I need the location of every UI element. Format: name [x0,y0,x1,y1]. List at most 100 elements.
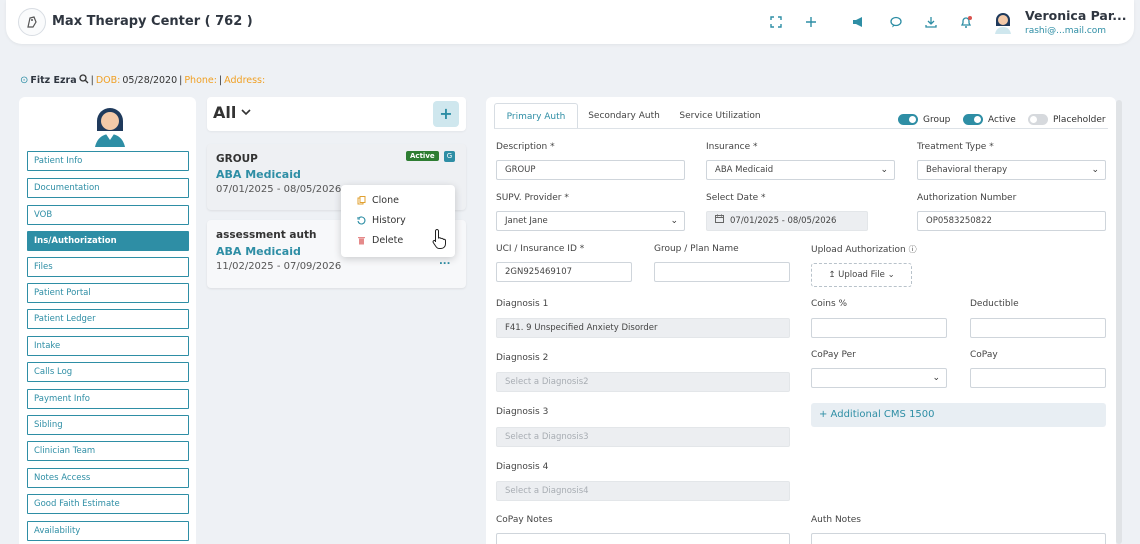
description-input[interactable]: GROUP [496,160,685,180]
sidebar-item-notes-access[interactable]: Notes Access [27,468,189,488]
phone-label: Phone: [184,75,217,86]
bell-icon[interactable] [959,15,973,29]
download-icon[interactable] [924,15,938,29]
sidebar-item-clinician-team[interactable]: Clinician Team [27,441,189,461]
toggle-switch[interactable] [963,114,983,125]
deductible-input[interactable] [970,318,1106,338]
top-bar: Max Therapy Center ( 762 ) Veronica Par.… [6,0,1134,44]
supv-provider-label: SUPV. Provider * [496,193,569,203]
sidebar-item-ins-authorization[interactable]: Ins/Authorization [27,231,189,251]
group-toggle[interactable]: Group [898,114,950,125]
calendar-icon [715,212,724,230]
chevron-down-icon: ⌄ [670,216,678,226]
sidebar-item-patient-portal[interactable]: Patient Portal [27,283,189,303]
diagnosis3-select[interactable]: Select a Diagnosis3 [496,427,790,447]
copay-notes-textarea[interactable] [496,533,790,544]
auth-number-input[interactable]: OP0583250822 [917,211,1106,231]
toggle-label: Group [923,114,951,125]
sidebar-item-availability[interactable]: Availability [27,521,189,541]
add-authorization-button[interactable]: + [433,101,459,127]
hand-cursor-icon [432,228,448,250]
add-icon[interactable] [804,15,818,29]
uci-input[interactable]: 2GN925469107 [496,262,632,282]
patient-name[interactable]: Fitz Ezra [30,75,76,86]
insurance-select[interactable]: ABA Medicaid ⌄ [706,160,895,180]
card-dates: 07/01/2025 - 08/05/2026 [216,184,342,195]
search-icon[interactable] [78,74,89,87]
fullscreen-icon[interactable] [769,15,783,29]
auth-list-header: All + [207,97,466,131]
group-plan-input[interactable] [654,262,790,282]
menu-item-clone[interactable]: Clone [357,195,399,206]
toggle-switch[interactable] [1028,114,1048,125]
upload-button-label: Upload File [838,270,885,280]
sidebar-item-calls-log[interactable]: Calls Log [27,362,189,382]
more-options-icon[interactable]: ... [439,256,450,267]
sidebar-item-good-faith-estimate[interactable]: Good Faith Estimate [27,494,189,514]
sidebar-item-vob[interactable]: VOB [27,205,189,225]
menu-item-delete[interactable]: Delete [357,235,403,246]
chat-icon[interactable] [889,15,903,29]
sidebar-item-patient-ledger[interactable]: Patient Ledger [27,309,189,329]
copay-input[interactable] [970,368,1106,388]
menu-label: Delete [372,235,404,246]
status-badge: Active [406,151,439,161]
card-insurance: ABA Medicaid [216,245,301,258]
sidebar-item-documentation[interactable]: Documentation [27,178,189,198]
additional-cms-button[interactable]: + Additional CMS 1500 [811,403,1106,427]
megaphone-icon[interactable] [851,15,865,29]
back-icon[interactable]: ⊙ [20,75,28,86]
address-label: Address: [224,75,266,86]
toggle-switch[interactable] [898,114,918,125]
diagnosis4-select[interactable]: Select a Diagnosis4 [496,481,790,501]
dob-value: 05/28/2020 [122,75,178,86]
supv-provider-select[interactable]: Janet Jane ⌄ [496,211,685,231]
date-range-input[interactable]: 07/01/2025 - 08/05/2026 [706,211,868,231]
upload-authorization-label: Upload Authorization ⓘ [811,245,917,255]
supv-provider-value: Janet Jane [505,216,548,226]
user-avatar[interactable] [992,10,1014,34]
diagnosis1-label: Diagnosis 1 [496,299,549,309]
trash-icon [357,236,366,245]
user-email: rashi@...mail.com [1025,26,1107,36]
sidebar-item-patient-info[interactable]: Patient Info [27,151,189,171]
card-title: assessment auth [216,229,317,241]
group-plan-label: Group / Plan Name [654,244,739,254]
coins-input[interactable] [811,318,947,338]
tab-secondary-auth[interactable]: Secondary Auth [582,103,666,129]
description-label: Description * [496,142,555,152]
tab-service-utilization[interactable]: Service Utilization [670,103,770,129]
info-icon: ⓘ [908,245,917,254]
treatment-type-select[interactable]: Behavioral therapy ⌄ [917,160,1106,180]
tab-primary-auth[interactable]: Primary Auth [494,103,578,129]
treatment-type-value: Behavioral therapy [926,165,1008,175]
tab-divider [494,128,1108,129]
sidebar-item-files[interactable]: Files [27,257,189,277]
filter-dropdown[interactable]: All [213,103,236,122]
upload-icon: ↥ [828,270,836,280]
upload-file-button[interactable]: ↥ Upload File ⌄ [811,263,912,287]
sidebar-item-intake[interactable]: Intake [27,336,189,356]
dob-label: DOB: [95,75,121,86]
user-name[interactable]: Veronica Par... [1025,8,1127,23]
scrollbar[interactable] [1116,100,1122,544]
patient-avatar [91,103,129,147]
date-range-value: 07/01/2025 - 08/05/2026 [730,216,837,226]
history-icon [357,216,366,225]
chevron-down-icon[interactable] [241,106,251,119]
app-logo-icon[interactable] [18,8,46,36]
sidebar-item-sibling[interactable]: Sibling [27,415,189,435]
card-insurance: ABA Medicaid [216,168,301,181]
menu-label: History [372,215,406,226]
menu-item-history[interactable]: History [357,215,406,226]
auth-number-label: Authorization Number [917,193,1017,203]
diagnosis2-select[interactable]: Select a Diagnosis2 [496,372,790,392]
toggle-label: Active [988,114,1016,125]
placeholder-toggle[interactable]: Placeholder [1028,114,1106,125]
auth-notes-textarea[interactable] [811,533,1106,544]
copay-per-select[interactable]: ⌄ [811,368,947,388]
insurance-value: ABA Medicaid [715,165,774,175]
sidebar-item-payment-info[interactable]: Payment Info [27,389,189,409]
diagnosis1-select[interactable]: F41. 9 Unspecified Anxiety Disorder [496,318,790,338]
active-toggle[interactable]: Active [963,114,1016,125]
